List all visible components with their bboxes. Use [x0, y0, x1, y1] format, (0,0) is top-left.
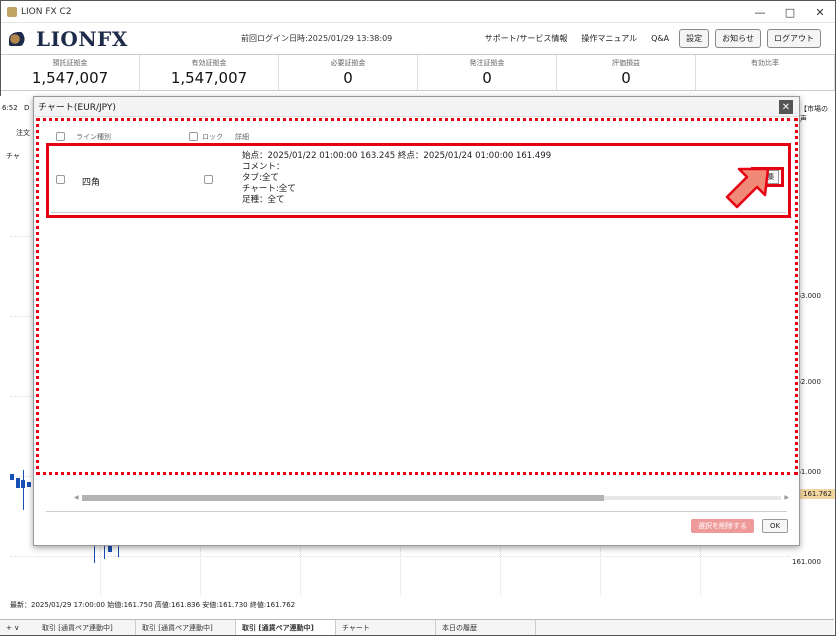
- dialog-title: チャート(EUR/JPY): [34, 97, 799, 117]
- account-summary: 預託証拠金 1,547,007 有効証拠金 1,547,007 必要証拠金 0 …: [1, 55, 835, 91]
- candle-wick: [94, 545, 95, 563]
- row-select-checkbox[interactable]: [56, 175, 65, 184]
- line-row[interactable]: 四角 始点：2025/01/22 01:00:00 163.245 終点：202…: [46, 143, 791, 218]
- bg-order-tab[interactable]: 注文: [16, 128, 30, 138]
- summary-label: 預託証拠金: [52, 59, 88, 67]
- lion-logo-icon: [7, 29, 33, 49]
- row-line-type: 四角: [82, 178, 101, 188]
- detail-timeframe: 足種：全て: [242, 195, 285, 205]
- candle-wick: [104, 545, 105, 559]
- logout-button[interactable]: ログアウト: [767, 29, 821, 48]
- candle: [27, 482, 31, 487]
- summary-deposit: 預託証拠金 1,547,007: [1, 55, 140, 90]
- add-tab-button[interactable]: + ∨: [0, 620, 36, 635]
- summary-label: 評価損益: [612, 59, 640, 67]
- detail-tab: タブ:全て: [242, 173, 279, 183]
- candle: [10, 474, 14, 480]
- window-controls: — □ ✕: [745, 1, 835, 23]
- support-link[interactable]: サポート/サービス情報: [481, 33, 572, 44]
- scroll-right-icon[interactable]: ▶: [784, 494, 789, 501]
- horizontal-scrollbar[interactable]: ◀ ▶: [74, 494, 789, 502]
- current-price-tag: 161.762: [800, 489, 835, 499]
- row-divider: [51, 212, 786, 213]
- pointer-arrow-icon: [725, 167, 770, 209]
- summary-required-margin: 必要証拠金 0: [279, 55, 418, 90]
- select-all-checkbox[interactable]: [56, 132, 65, 141]
- candle: [108, 546, 112, 552]
- col-header-type: ライン種別: [76, 133, 111, 141]
- bg-time: 6:52: [2, 104, 18, 112]
- title-bar: LION FX C2 — □ ✕: [1, 1, 835, 23]
- lionfx-logo: LIONFX: [7, 27, 128, 51]
- manual-link[interactable]: 操作マニュアル: [577, 33, 641, 44]
- bottom-tabs: + ∨ 取引 [通貨ペア連動中] 取引 [通貨ペア連動中] 取引 [通貨ペア連動…: [0, 619, 834, 635]
- summary-label: 必要証拠金: [330, 59, 366, 67]
- delete-selected-button[interactable]: 選択を削除する: [691, 519, 754, 533]
- dialog-close-icon[interactable]: ✕: [779, 100, 793, 114]
- detail-points: 始点：2025/01/22 01:00:00 163.245 終点：2025/0…: [242, 151, 552, 161]
- lock-all-checkbox[interactable]: [189, 132, 198, 141]
- row-lock-checkbox[interactable]: [204, 175, 213, 184]
- summary-label: 発注証拠金: [469, 59, 505, 67]
- scroll-left-icon[interactable]: ◀: [74, 494, 79, 501]
- bg-d: D: [24, 104, 30, 112]
- settings-button[interactable]: 設定: [679, 29, 710, 48]
- logo-text: LIONFX: [36, 26, 128, 51]
- tab-chart[interactable]: チャート: [336, 620, 436, 635]
- col-header-detail: 詳細: [235, 133, 249, 141]
- bg-chart-tab[interactable]: チャ: [6, 151, 20, 161]
- summary-value: 0: [621, 69, 631, 87]
- tab-trade-2[interactable]: 取引 [通貨ペア連動中]: [136, 620, 236, 635]
- summary-value: 1,547,007: [170, 69, 248, 87]
- summary-value: 0: [482, 69, 492, 87]
- last-login-time: 前回ログイン日時:2025/01/29 13:38:09: [241, 34, 393, 43]
- bg-axis-tick: 161.000: [792, 558, 821, 566]
- footer-divider: [46, 511, 787, 512]
- summary-ratio: 有効比率: [696, 55, 835, 90]
- candle: [21, 480, 25, 488]
- tab-today-history[interactable]: 本日の履歴: [436, 620, 536, 635]
- detail-comment: コメント：: [242, 162, 285, 172]
- news-button[interactable]: お知らせ: [715, 29, 761, 48]
- window-title: LION FX C2: [21, 6, 72, 17]
- summary-label: 有効証拠金: [191, 59, 227, 67]
- summary-value: 0: [343, 69, 353, 87]
- summary-effective-margin: 有効証拠金 1,547,007: [140, 55, 279, 90]
- qa-link[interactable]: Q&A: [647, 34, 673, 43]
- candle-wick: [23, 470, 24, 510]
- chart-lines-dialog: チャート(EUR/JPY) ✕ ライン種別 ロック 詳細 四角 始点：2025/…: [33, 96, 800, 546]
- summary-label: 有効比率: [751, 59, 779, 67]
- summary-pnl: 評価損益 0: [557, 55, 696, 90]
- maximize-icon[interactable]: □: [775, 1, 805, 23]
- bg-market-voice[interactable]: 【市場の声: [800, 104, 834, 124]
- header-links: サポート/サービス情報 操作マニュアル Q&A 設定 お知らせ ログアウト: [481, 29, 821, 48]
- tab-trade-1[interactable]: 取引 [通貨ペア連動中]: [36, 620, 136, 635]
- ok-button[interactable]: OK: [762, 519, 788, 533]
- list-header: ライン種別 ロック 詳細: [54, 131, 794, 143]
- candle-wick: [118, 545, 119, 557]
- detail-chart: チャート:全て: [242, 184, 296, 194]
- summary-value: 1,547,007: [31, 69, 109, 87]
- minimize-icon[interactable]: —: [745, 1, 775, 23]
- candle: [16, 478, 20, 488]
- app-icon: [7, 6, 17, 17]
- ohlc-info: 最新：2025/01/29 17:00:00 始値:161.750 高値:161…: [10, 601, 296, 609]
- tab-trade-3[interactable]: 取引 [通貨ペア連動中]: [236, 620, 336, 635]
- scroll-thumb[interactable]: [82, 495, 604, 501]
- col-header-lock: ロック: [202, 133, 223, 141]
- close-icon[interactable]: ✕: [805, 1, 835, 23]
- row-detail: 始点：2025/01/22 01:00:00 163.245 終点：2025/0…: [242, 151, 551, 206]
- summary-order-margin: 発注証拠金 0: [418, 55, 557, 90]
- app-header: LIONFX 前回ログイン日時:2025/01/29 13:38:09 サポート…: [1, 23, 835, 55]
